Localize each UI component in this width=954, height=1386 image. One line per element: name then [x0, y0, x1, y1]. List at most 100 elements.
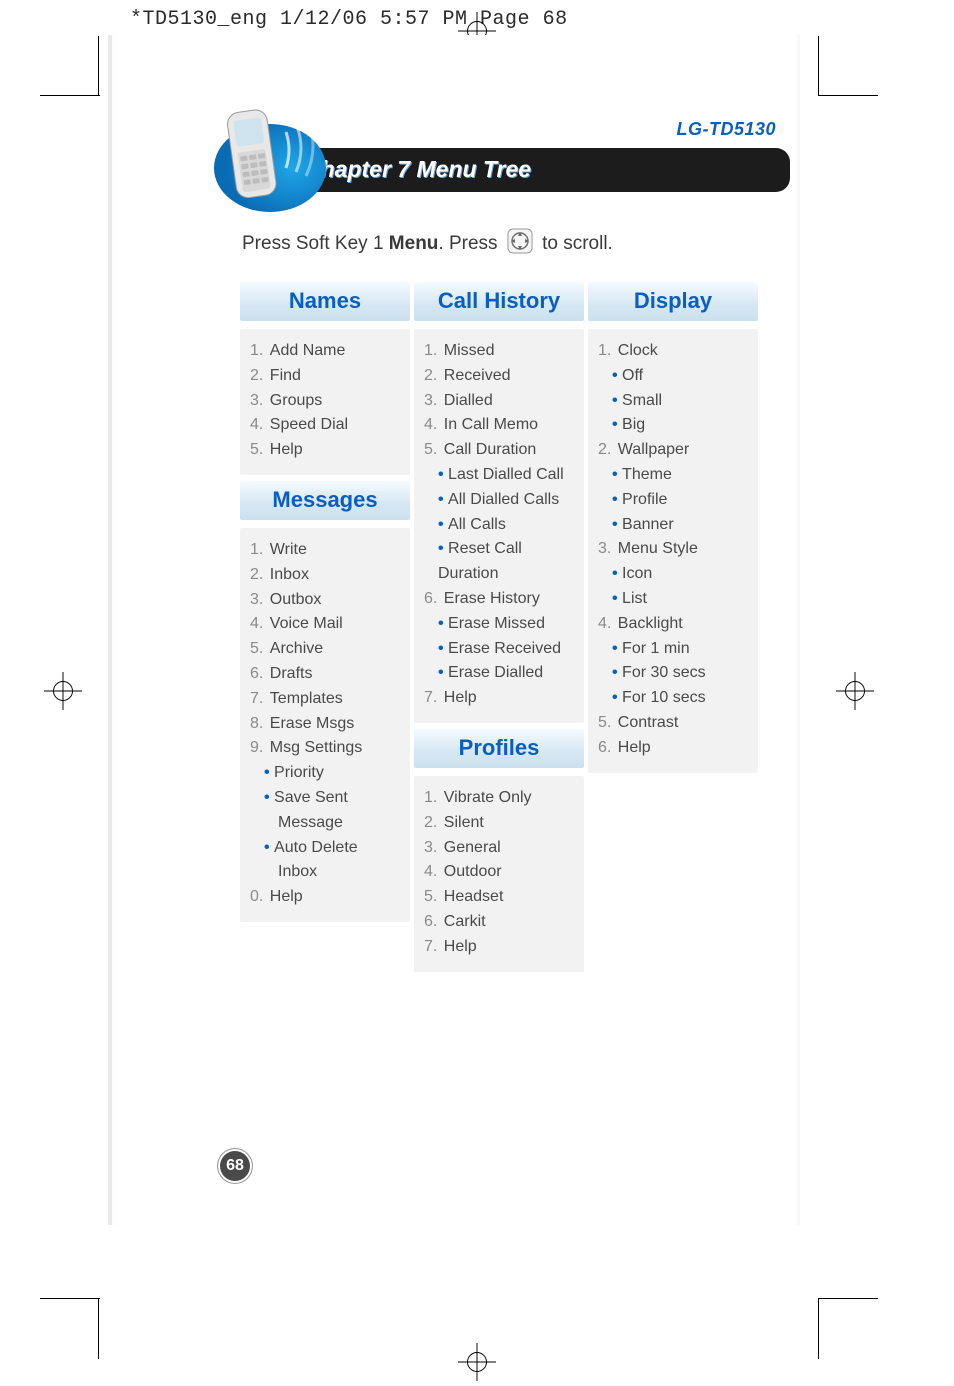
- subitem-label: Reset Call Duration: [438, 540, 522, 582]
- item-label: Add Name: [270, 342, 346, 359]
- subitem-label: Theme: [622, 466, 672, 483]
- bullet-icon: •: [612, 466, 622, 483]
- menu-item: • Erase Received: [424, 637, 576, 662]
- bullet-icon: •: [264, 764, 274, 781]
- bullet-icon: •: [612, 689, 622, 706]
- menu-item: • Profile: [598, 488, 750, 513]
- item-label: Write: [270, 541, 307, 558]
- item-number: 3.: [250, 392, 268, 409]
- item-label: Missed: [444, 342, 495, 359]
- crop-mark-icon: [818, 95, 878, 96]
- subitem-label: List: [622, 590, 647, 607]
- subitem-label-continuation: Message: [278, 814, 343, 831]
- menu-item: • For 10 secs: [598, 686, 750, 711]
- menu-item: 5. Headset: [424, 885, 576, 910]
- item-label: Speed Dial: [270, 416, 348, 433]
- item-number: 4.: [424, 863, 442, 880]
- subitem-label: For 10 secs: [622, 689, 706, 706]
- item-number: 2.: [424, 814, 442, 831]
- item-label: Outdoor: [444, 863, 502, 880]
- menu-item: 6. Carkit: [424, 910, 576, 935]
- menu-item: 2. Find: [250, 364, 402, 389]
- section-body: 1. Vibrate Only2. Silent3. General4. Out…: [414, 776, 584, 972]
- item-label: Clock: [618, 342, 658, 359]
- item-number: 7.: [424, 938, 442, 955]
- item-number: 7.: [424, 689, 442, 706]
- item-label: Erase Msgs: [270, 715, 354, 732]
- crop-mark-icon: [818, 1299, 819, 1359]
- item-number: 0.: [250, 888, 268, 905]
- item-number: 1.: [250, 342, 268, 359]
- item-label: Help: [444, 689, 477, 706]
- menu-item: • All Calls: [424, 513, 576, 538]
- item-number: 4.: [250, 615, 268, 632]
- item-number: 5.: [424, 441, 442, 458]
- item-label: Outbox: [270, 591, 322, 608]
- subitem-label: Erase Missed: [448, 615, 545, 632]
- menu-item: • Erase Missed: [424, 612, 576, 637]
- item-number: 4.: [598, 615, 616, 632]
- subitem-label: For 1 min: [622, 640, 690, 657]
- item-number: 3.: [250, 591, 268, 608]
- item-label: Headset: [444, 888, 504, 905]
- menu-item: 2. Inbox: [250, 563, 402, 588]
- section-body: 1. Missed2. Received3. Dialled4. In Call…: [414, 329, 584, 723]
- column-1: Names1. Add Name2. Find3. Groups4. Speed…: [240, 282, 410, 978]
- menu-tree-columns: Names1. Add Name2. Find3. Groups4. Speed…: [240, 282, 800, 978]
- menu-item: 1. Add Name: [250, 339, 402, 364]
- crop-mark-icon: [98, 1299, 99, 1359]
- menu-item: 1. Clock: [598, 339, 750, 364]
- subitem-label: Off: [622, 367, 643, 384]
- menu-item: 1. Missed: [424, 339, 576, 364]
- item-label: Voice Mail: [270, 615, 343, 632]
- subitem-label: Small: [622, 392, 662, 409]
- menu-item: 7. Templates: [250, 687, 402, 712]
- column-3: Display1. Clock• Off• Small• Big2. Wallp…: [588, 282, 758, 978]
- item-number: 5.: [250, 441, 268, 458]
- item-label: Silent: [444, 814, 484, 831]
- subitem-label: Erase Received: [448, 640, 561, 657]
- item-number: 1.: [598, 342, 616, 359]
- menu-item: 7. Help: [424, 935, 576, 960]
- subitem-label: All Calls: [448, 516, 506, 533]
- bullet-icon: •: [612, 590, 622, 607]
- menu-item: 4. Speed Dial: [250, 413, 402, 438]
- item-label: Help: [444, 938, 477, 955]
- page-number-badge: 68: [218, 1149, 252, 1183]
- bullet-icon: •: [612, 565, 622, 582]
- item-number: 6.: [250, 665, 268, 682]
- instruction-menu-key: Menu: [389, 233, 439, 254]
- item-label: Menu Style: [618, 540, 698, 557]
- menu-item: • For 30 secs: [598, 661, 750, 686]
- chapter-title-bar: Chapter 7 Menu Tree: [240, 148, 790, 192]
- item-number: 5.: [424, 888, 442, 905]
- bullet-icon: •: [612, 491, 622, 508]
- menu-item: 3. Groups: [250, 389, 402, 414]
- item-label: Help: [270, 441, 303, 458]
- menu-item: • List: [598, 587, 750, 612]
- bullet-icon: •: [438, 540, 448, 557]
- item-label: Drafts: [270, 665, 313, 682]
- bullet-icon: •: [612, 640, 622, 657]
- subitem-label: Profile: [622, 491, 667, 508]
- menu-item: • Save Sent: [250, 786, 402, 811]
- menu-item: • Banner: [598, 513, 750, 538]
- menu-item: 4. Voice Mail: [250, 612, 402, 637]
- item-label: Dialled: [444, 392, 493, 409]
- section-body: 1. Clock• Off• Small• Big2. Wallpaper• T…: [588, 329, 758, 773]
- menu-item: 1. Write: [250, 538, 402, 563]
- menu-item: 5. Call Duration: [424, 438, 576, 463]
- menu-item: • Reset Call Duration: [424, 537, 576, 587]
- menu-item: 7. Help: [424, 686, 576, 711]
- item-label: Call Duration: [444, 441, 536, 458]
- item-number: 3.: [424, 392, 442, 409]
- instruction-text: to scroll.: [542, 233, 613, 254]
- item-label: Help: [618, 739, 651, 756]
- item-number: 8.: [250, 715, 268, 732]
- registration-mark-icon: [44, 672, 82, 710]
- item-number: 1.: [424, 342, 442, 359]
- subitem-label: Auto Delete: [274, 839, 358, 856]
- section-header: Messages: [240, 481, 410, 520]
- menu-item: 6. Erase History: [424, 587, 576, 612]
- menu-item: • Off: [598, 364, 750, 389]
